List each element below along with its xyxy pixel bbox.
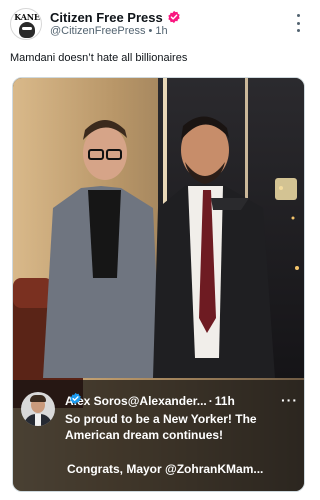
embedded-verified-badge-icon <box>70 392 81 405</box>
author-name-row: Citizen Free Press <box>50 8 181 26</box>
post-time[interactable]: 1h <box>155 25 167 37</box>
author-avatar[interactable]: KANE <box>10 8 42 40</box>
embedded-author-row: Alex Soros @Alexander... · 11h <box>65 392 301 410</box>
avatar-logo-text: KANE <box>14 12 40 22</box>
embedded-separator: · <box>208 394 213 408</box>
post-header: KANE Citizen Free Press @CitizenFreePres… <box>0 0 317 44</box>
embedded-author-handle[interactable]: @Alexander... <box>128 394 207 408</box>
embedded-post-text-continued: Congrats, Mayor @ZohranKMam... <box>67 462 264 476</box>
embedded-more-options-icon[interactable]: ··· <box>281 392 298 408</box>
embedded-post-time[interactable]: 11h <box>215 394 235 408</box>
embedded-post-text: So proud to be a New Yorker! The America… <box>65 412 257 442</box>
embedded-post-overlay[interactable]: Alex Soros @Alexander... · 11h ··· So pr… <box>13 380 304 491</box>
avatar-hair-shape <box>30 395 46 402</box>
more-dot <box>296 29 300 32</box>
post-media-image[interactable]: Alex Soros @Alexander... · 11h ··· So pr… <box>12 77 305 492</box>
avatar-shirt-shape <box>35 414 41 426</box>
verified-badge-icon <box>168 10 180 24</box>
more-options-icon[interactable] <box>293 14 303 32</box>
author-handle[interactable]: @CitizenFreePress <box>50 25 146 37</box>
more-dot <box>296 21 300 25</box>
author-meta: @CitizenFreePress • 1h <box>50 25 168 37</box>
avatar-face-icon <box>19 22 35 38</box>
more-dot <box>296 14 300 17</box>
author-name[interactable]: Citizen Free Press <box>50 10 163 25</box>
embedded-author-avatar[interactable] <box>21 392 55 426</box>
post-text: Mamdani doesn’t hate all billionaires <box>10 52 188 64</box>
meta-separator: • <box>148 25 153 37</box>
